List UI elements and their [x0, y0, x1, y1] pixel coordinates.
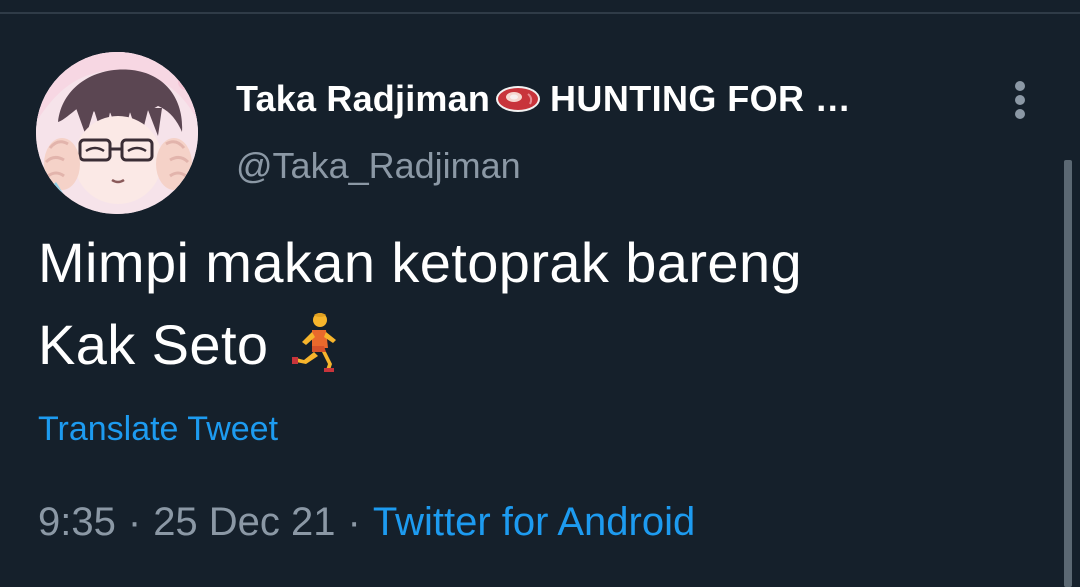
meta-separator: ·: [347, 500, 361, 544]
scrollbar-thumb[interactable]: [1064, 160, 1072, 587]
tweet-meta: 9:35 · 25 Dec 21 · Twitter for Android: [38, 500, 695, 545]
author-name-row[interactable]: Taka Radjiman HUNTING FOR …: [236, 77, 996, 121]
avatar-image: [36, 52, 198, 214]
translate-tweet-link[interactable]: Translate Tweet: [38, 410, 278, 449]
meta-separator: ·: [127, 500, 142, 544]
more-vertical-icon[interactable]: [1004, 78, 1036, 122]
tweet-text-line-2-wrap: Kak Seto: [38, 304, 1018, 386]
user-handle[interactable]: @Taka_Radjiman: [236, 145, 521, 187]
tweet-date[interactable]: 25 Dec 21: [153, 500, 335, 544]
meat-icon: [496, 86, 541, 112]
person-running-icon: [292, 313, 337, 372]
display-name[interactable]: Taka Radjiman: [236, 78, 490, 120]
tweet-card: Taka Radjiman HUNTING FOR … @Taka_Radjim…: [0, 0, 1080, 587]
tweet-text-line-1: Mimpi makan ketoprak bareng: [38, 231, 803, 294]
avatar[interactable]: [36, 52, 198, 214]
tweet-text: Mimpi makan ketoprak bareng Kak Seto: [38, 222, 1018, 386]
scrollbar[interactable]: [1062, 160, 1074, 587]
tweet-source-link[interactable]: Twitter for Android: [373, 500, 695, 544]
display-name-suffix[interactable]: HUNTING FOR …: [550, 78, 851, 120]
tweet-time[interactable]: 9:35: [38, 500, 116, 544]
tweet-text-line-2: Kak Seto: [38, 313, 269, 376]
